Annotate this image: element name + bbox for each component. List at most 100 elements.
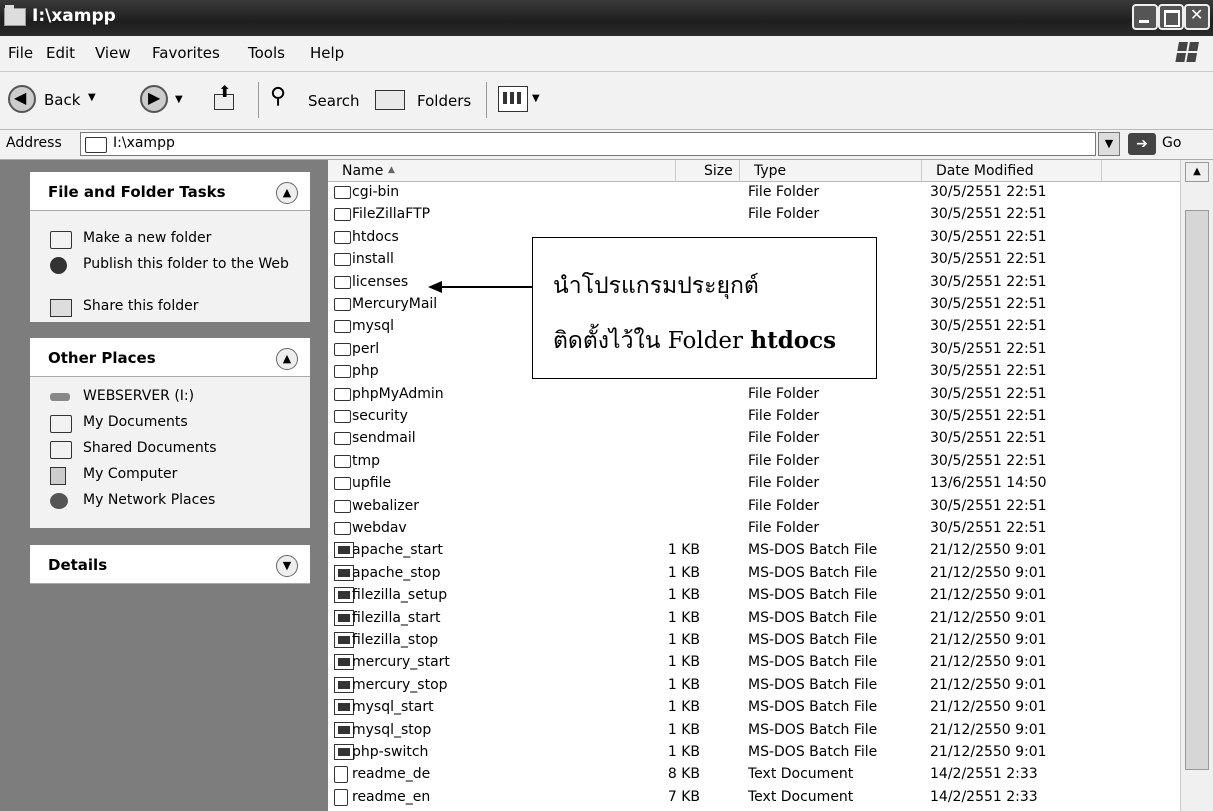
batch-file-icon xyxy=(334,744,354,760)
file-size: 1 KB xyxy=(667,721,700,738)
column-header-name[interactable]: Name ▲ xyxy=(328,160,676,182)
globe-icon xyxy=(50,257,67,274)
vertical-scrollbar[interactable]: ▲ xyxy=(1180,160,1213,811)
file-name: mysql_start xyxy=(352,699,434,716)
file-name: mercury_start xyxy=(352,654,450,671)
menu-edit[interactable]: Edit xyxy=(46,44,75,62)
search-button[interactable]: ⚲ Search xyxy=(270,82,370,118)
menu-tools[interactable]: Tools xyxy=(248,44,285,62)
column-header-date-modified[interactable]: Date Modified xyxy=(922,160,1102,182)
file-row[interactable]: security File Folder 30/5/2551 22:51 xyxy=(328,406,1180,428)
file-type: MS-DOS Batch File xyxy=(748,564,878,581)
task-pane: File and Folder Tasks ▲ Make a new folde… xyxy=(0,160,328,811)
file-name: mercury_stop xyxy=(352,676,448,693)
panel-header[interactable]: File and Folder Tasks ▲ xyxy=(30,172,310,211)
collapse-chevron-icon[interactable]: ▲ xyxy=(276,182,298,204)
file-row[interactable]: mercury_start 1 KB MS-DOS Batch File 21/12/… xyxy=(328,652,1180,674)
forward-dropdown-icon[interactable]: ▼ xyxy=(175,94,183,105)
column-label: Name xyxy=(342,163,384,179)
address-input[interactable]: I:\xampp xyxy=(80,132,1096,156)
task-label: Share this folder xyxy=(83,298,199,314)
expand-chevron-icon[interactable]: ▼ xyxy=(276,555,298,577)
file-type: MS-DOS Batch File xyxy=(748,542,878,559)
file-row[interactable]: apache_start 1 KB MS-DOS Batch File 21/12/2… xyxy=(328,540,1180,562)
file-row[interactable]: webdav File Folder 30/5/2551 22:51 xyxy=(328,518,1180,540)
menu-favorites[interactable]: Favorites xyxy=(152,44,220,62)
views-button[interactable]: ▼ xyxy=(498,86,548,114)
menu-bar: File Edit View Favorites Tools Help xyxy=(0,36,1213,72)
file-row[interactable]: webalizer File Folder 30/5/2551 22:51 xyxy=(328,496,1180,518)
folder-icon xyxy=(334,320,351,334)
file-row[interactable]: mercury_stop 1 KB MS-DOS Batch File 21/12/2… xyxy=(328,675,1180,697)
folder-icon xyxy=(334,230,351,244)
file-type: MS-DOS Batch File xyxy=(748,609,878,626)
batch-file-icon xyxy=(334,564,354,581)
file-name: mysql_stop xyxy=(352,721,432,738)
file-size: 1 KB xyxy=(667,699,700,716)
file-type: File Folder xyxy=(748,475,820,492)
scroll-up-icon[interactable]: ▲ xyxy=(1185,162,1209,182)
menu-help[interactable]: Help xyxy=(310,44,344,62)
file-row[interactable]: php-switch 1 KB MS-DOS Batch File 21/12/255… xyxy=(328,742,1180,764)
file-row[interactable]: FileZillaFTP File Folder 30/5/2551 22:51 xyxy=(328,204,1180,226)
up-folder-icon[interactable]: ⬆ xyxy=(212,82,236,112)
file-row[interactable]: readme_de 8 KB Text Document 14/2/2551 2:33 xyxy=(328,764,1180,786)
file-type: MS-DOS Batch File xyxy=(748,654,878,671)
back-button[interactable]: ◀ Back ▼ xyxy=(8,80,156,120)
address-dropdown-button[interactable]: ▼ xyxy=(1098,132,1120,156)
file-row[interactable]: sendmail File Folder 30/5/2551 22:51 xyxy=(328,428,1180,450)
file-row[interactable]: filezilla_start 1 KB MS-DOS Batch File 21/1… xyxy=(328,608,1180,630)
file-size: 7 KB xyxy=(667,788,700,805)
minimize-button[interactable] xyxy=(1132,4,1158,30)
column-label: Type xyxy=(754,163,787,179)
folder-icon xyxy=(334,432,351,446)
file-date: 14/2/2551 2:33 xyxy=(930,766,1038,783)
batch-file-icon xyxy=(334,654,354,671)
file-name: licenses xyxy=(352,273,409,290)
file-row[interactable]: filezilla_stop 1 KB MS-DOS Batch File 21/12… xyxy=(328,630,1180,652)
file-name: perl xyxy=(352,340,380,357)
column-label: Size xyxy=(704,163,733,179)
file-date: 30/5/2551 22:51 xyxy=(930,206,1047,223)
file-row[interactable]: mysql_start 1 KB MS-DOS Batch File 21/12/25… xyxy=(328,697,1180,719)
batch-file-icon xyxy=(334,587,354,604)
maximize-button[interactable] xyxy=(1158,4,1184,30)
file-type: MS-DOS Batch File xyxy=(748,744,878,760)
file-row[interactable]: phpMyAdmin File Folder 30/5/2551 22:51 xyxy=(328,384,1180,406)
file-date: 21/12/2550 9:01 xyxy=(930,632,1047,648)
close-button[interactable] xyxy=(1184,4,1210,30)
task-label: Publish this folder to the Web xyxy=(83,256,289,272)
collapse-chevron-icon[interactable]: ▲ xyxy=(276,348,298,370)
file-row[interactable]: tmp File Folder 30/5/2551 22:51 xyxy=(328,451,1180,473)
folder-icon xyxy=(334,454,351,468)
file-row[interactable]: mysql_stop 1 KB MS-DOS Batch File 21/12/255… xyxy=(328,720,1180,742)
text-document-icon xyxy=(334,788,348,806)
batch-file-icon xyxy=(334,699,354,716)
annotation-line-2: ติดตั้งไว้ใน Folder htdocs xyxy=(553,323,836,359)
drive-icon xyxy=(50,393,70,401)
menu-view[interactable]: View xyxy=(95,44,131,62)
scrollbar-thumb[interactable] xyxy=(1185,210,1209,770)
folder-icon xyxy=(334,522,351,535)
file-date: 21/12/2550 9:01 xyxy=(930,721,1047,738)
panel-title: File and Folder Tasks xyxy=(48,183,226,201)
panel-header[interactable]: Details ▼ xyxy=(30,545,310,584)
file-name: apache_stop xyxy=(352,564,441,581)
panel-header[interactable]: Other Places ▲ xyxy=(30,338,310,377)
file-row[interactable]: apache_stop 1 KB MS-DOS Batch File 21/12/25… xyxy=(328,563,1180,585)
search-label: Search xyxy=(308,92,360,110)
menu-file[interactable]: File xyxy=(8,44,33,62)
file-name: php xyxy=(352,363,379,380)
go-arrow-icon[interactable]: ➔ xyxy=(1128,133,1156,155)
go-button[interactable]: Go xyxy=(1162,135,1181,151)
file-row[interactable]: upfile File Folder 13/6/2551 14:50 xyxy=(328,473,1180,495)
column-header-size[interactable]: Size xyxy=(676,160,740,182)
column-header-type[interactable]: Type xyxy=(740,160,922,182)
file-size: 1 KB xyxy=(667,609,700,626)
forward-button[interactable]: ▶ xyxy=(140,85,168,113)
file-row[interactable]: cgi-bin File Folder 30/5/2551 22:51 xyxy=(328,182,1180,204)
file-row[interactable]: filezilla_setup 1 KB MS-DOS Batch File 21/1… xyxy=(328,585,1180,607)
file-date: 30/5/2551 22:51 xyxy=(930,452,1047,469)
folders-button[interactable]: Folders xyxy=(375,82,485,118)
file-row[interactable]: readme_en 7 KB Text Document 14/2/2551 2:33 xyxy=(328,787,1180,809)
